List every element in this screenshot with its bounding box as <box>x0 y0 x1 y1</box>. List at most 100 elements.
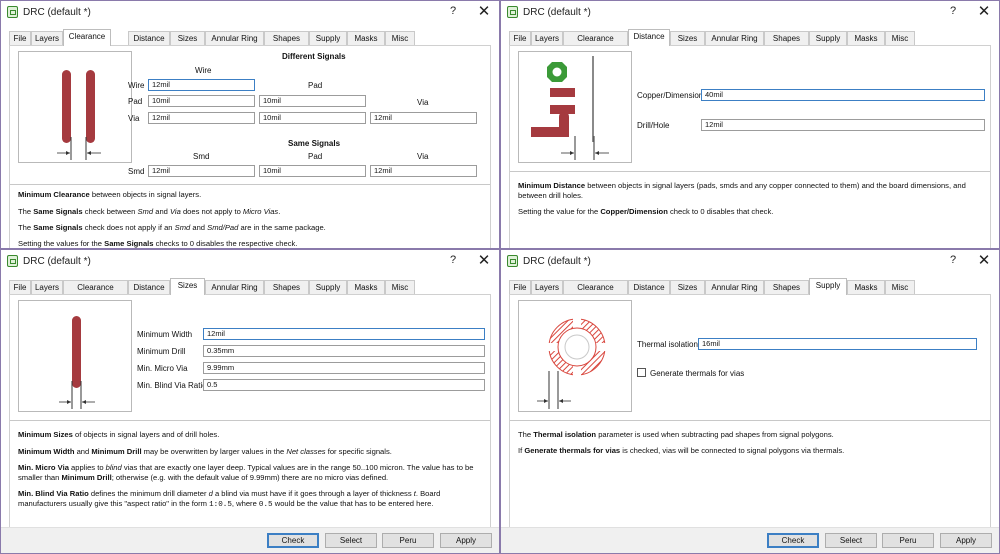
col-pad-label-same: Pad <box>308 152 323 161</box>
tab-sizes[interactable]: Sizes <box>170 31 205 45</box>
via-via-input[interactable]: 12mil <box>370 112 477 124</box>
tab-distance[interactable]: Distance <box>128 31 170 45</box>
tab-supply[interactable]: Supply <box>809 31 847 45</box>
tab-distance[interactable]: Distance <box>128 280 170 294</box>
tab-supply[interactable]: Supply <box>309 31 347 45</box>
close-icon[interactable]: ✕ <box>977 2 991 20</box>
clearance-panel: Different Signals Wire Wire 12mil Pad Pa… <box>9 45 491 248</box>
tab-shapes[interactable]: Shapes <box>764 31 809 45</box>
row-via-label: Via <box>128 114 140 123</box>
min-blind-via-ratio-input[interactable]: 0.5 <box>203 379 485 391</box>
tab-masks[interactable]: Masks <box>847 280 885 294</box>
tab-layers[interactable]: Layers <box>31 31 63 45</box>
separator <box>10 420 490 421</box>
smd-pad-input[interactable]: 10mil <box>259 165 366 177</box>
tab-shapes[interactable]: Shapes <box>264 31 309 45</box>
help-icon[interactable]: ? <box>447 254 459 266</box>
tab-sizes[interactable]: Sizes <box>670 280 705 294</box>
description-line-1b: between drill holes. <box>518 191 584 200</box>
tab-file[interactable]: File <box>509 280 531 294</box>
tab-shapes[interactable]: Shapes <box>764 280 809 294</box>
tab-masks[interactable]: Masks <box>347 280 385 294</box>
tab-supply[interactable]: Supply <box>309 280 347 294</box>
tab-masks[interactable]: Masks <box>347 31 385 45</box>
copper-dimension-label: Copper/Dimension <box>637 91 704 100</box>
min-micro-via-input[interactable]: 9.99mm <box>203 362 485 374</box>
copper-dimension-input[interactable]: 40mil <box>701 89 985 101</box>
distance-panel: Copper/Dimension 40mil Drill/Hole 12mil … <box>509 45 991 248</box>
window-title: DRC (default *) <box>523 256 591 267</box>
description-line-2: If Generate thermals for vias is checked… <box>518 446 845 455</box>
col-smd-label: Smd <box>193 152 210 161</box>
separator <box>510 420 990 421</box>
minimum-width-input[interactable]: 12mil <box>203 328 485 340</box>
help-icon[interactable]: ? <box>447 5 459 17</box>
title-bar: DRC (default *) ? ✕ <box>501 250 999 274</box>
smd-via-input[interactable]: 12mil <box>370 165 477 177</box>
peru-button[interactable]: Peru <box>882 533 934 548</box>
tab-layers[interactable]: Layers <box>531 280 563 294</box>
tab-layers[interactable]: Layers <box>31 280 63 294</box>
col-via-label: Via <box>417 98 429 107</box>
check-button[interactable]: Check <box>767 533 819 548</box>
tab-annular-ring[interactable]: Annular Ring <box>205 280 264 294</box>
peru-button[interactable]: Peru <box>382 533 434 548</box>
minimum-drill-label: Minimum Drill <box>137 347 186 356</box>
tab-file[interactable]: File <box>509 31 531 45</box>
help-icon[interactable]: ? <box>947 254 959 266</box>
check-button[interactable]: Check <box>267 533 319 548</box>
apply-button[interactable]: Apply <box>440 533 492 548</box>
tab-sizes[interactable]: Sizes <box>170 278 205 295</box>
thermal-illustration <box>518 300 632 412</box>
description-line-2: Setting the value for the Copper/Dimensi… <box>518 207 774 216</box>
pad-pad-input[interactable]: 10mil <box>259 95 366 107</box>
tab-misc[interactable]: Misc <box>385 280 415 294</box>
tab-clearance[interactable]: Clearance <box>63 280 128 294</box>
via-wire-input[interactable]: 12mil <box>148 112 255 124</box>
close-icon[interactable]: ✕ <box>477 2 491 20</box>
tab-shapes[interactable]: Shapes <box>264 280 309 294</box>
tab-clearance[interactable]: Clearance <box>63 29 111 46</box>
description-line-2: The Same Signals check between Smd and V… <box>18 207 281 216</box>
tab-misc[interactable]: Misc <box>885 31 915 45</box>
tab-layers[interactable]: Layers <box>531 31 563 45</box>
close-icon[interactable]: ✕ <box>977 251 991 269</box>
tab-supply[interactable]: Supply <box>809 278 847 295</box>
tab-masks[interactable]: Masks <box>847 31 885 45</box>
tab-annular-ring[interactable]: Annular Ring <box>205 31 264 45</box>
wire-wire-input[interactable]: 12mil <box>148 79 255 91</box>
drc-window-supply: DRC (default *) ? ✕ File Layers Clearanc… <box>500 249 1000 554</box>
description-line-3: The Same Signals check does not apply if… <box>18 223 326 232</box>
via-pad-input[interactable]: 10mil <box>259 112 366 124</box>
generate-thermals-label: Generate thermals for vias <box>650 369 745 378</box>
tab-sizes[interactable]: Sizes <box>670 31 705 45</box>
tab-distance[interactable]: Distance <box>628 29 670 46</box>
tab-file[interactable]: File <box>9 31 31 45</box>
description-line-3b: smaller than Minimum Drill; otherwise (e… <box>18 473 389 482</box>
thermal-isolation-input[interactable]: 16mil <box>698 338 977 350</box>
apply-button[interactable]: Apply <box>940 533 992 548</box>
tab-annular-ring[interactable]: Annular Ring <box>705 31 764 45</box>
tab-bar: File Layers Clearance Distance Sizes Ann… <box>9 29 491 46</box>
button-bar: Check Select Peru Apply <box>501 527 999 553</box>
button-bar: Check Select Peru Apply <box>1 527 499 553</box>
tab-clearance[interactable]: Clearance <box>563 280 628 294</box>
tab-annular-ring[interactable]: Annular Ring <box>705 280 764 294</box>
eagle-app-icon <box>7 6 18 18</box>
tab-bar: File Layers Clearance Distance Sizes Ann… <box>509 29 991 46</box>
help-icon[interactable]: ? <box>947 5 959 17</box>
minimum-drill-input[interactable]: 0.35mm <box>203 345 485 357</box>
drill-hole-input[interactable]: 12mil <box>701 119 985 131</box>
tab-file[interactable]: File <box>9 280 31 294</box>
close-icon[interactable]: ✕ <box>477 251 491 269</box>
tab-misc[interactable]: Misc <box>885 280 915 294</box>
clearance-illustration <box>18 51 132 163</box>
tab-distance[interactable]: Distance <box>628 280 670 294</box>
tab-clearance[interactable]: Clearance <box>563 31 628 45</box>
select-button[interactable]: Select <box>325 533 377 548</box>
pad-wire-input[interactable]: 10mil <box>148 95 255 107</box>
generate-thermals-checkbox[interactable] <box>637 368 646 377</box>
smd-smd-input[interactable]: 12mil <box>148 165 255 177</box>
tab-misc[interactable]: Misc <box>385 31 415 45</box>
select-button[interactable]: Select <box>825 533 877 548</box>
